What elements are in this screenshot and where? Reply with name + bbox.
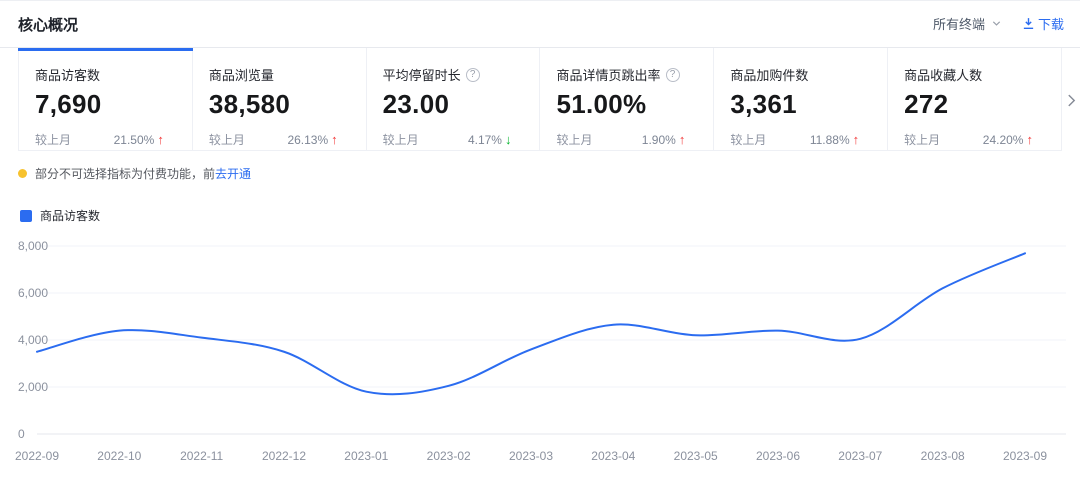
metric-title: 商品收藏人数 [904, 65, 982, 84]
metric-cards-row: 商品访客数 ? 7,690 较上月 21.50%↑ 商品浏览量 ? 38,580… [18, 48, 1062, 151]
trend-arrow-icon: ↑ [853, 133, 860, 146]
series-line [37, 253, 1025, 394]
trend-arrow-icon: ↑ [157, 133, 164, 146]
cards-next-chevron[interactable] [1063, 87, 1079, 113]
compare-label: 较上月 [730, 131, 766, 148]
change-value: 1.90% [642, 133, 676, 147]
card-active-indicator [366, 48, 541, 51]
download-icon [1022, 17, 1035, 30]
x-tick-label: 2022-11 [180, 449, 223, 463]
chevron-right-icon [1067, 93, 1076, 108]
header-controls: 所有终端 下载 [933, 14, 1064, 33]
metric-card[interactable]: 平均停留时长 ? 23.00 较上月 4.17%↓ [367, 48, 541, 150]
change-value: 24.20% [983, 133, 1024, 147]
download-button[interactable]: 下载 [1022, 14, 1064, 33]
yellow-dot-icon [18, 169, 27, 178]
metric-card[interactable]: 商品访客数 ? 7,690 较上月 21.50%↑ [19, 48, 193, 150]
paid-feature-notice: 部分不可选择指标为付费功能，前去开通 [18, 165, 251, 182]
metric-card[interactable]: 商品详情页跳出率 ? 51.00% 较上月 1.90%↑ [540, 48, 714, 150]
change-value: 4.17% [468, 133, 502, 147]
trend-arrow-icon: ↓ [505, 133, 512, 146]
card-active-indicator [887, 48, 1062, 51]
core-overview-panel: 核心概况 所有终端 下载 商品访客数 ? 7,690 [0, 0, 1080, 480]
x-tick-label: 2023-09 [1003, 449, 1047, 463]
metric-value: 3,361 [730, 89, 873, 120]
metric-title: 商品浏览量 [209, 65, 274, 84]
change-value: 11.88% [810, 133, 850, 147]
x-tick-label: 2023-06 [756, 449, 800, 463]
x-tick-label: 2022-12 [262, 449, 306, 463]
x-tick-label: 2023-01 [344, 449, 388, 463]
y-tick-label: 0 [18, 427, 25, 441]
metric-title: 商品详情页跳出率 [556, 65, 660, 84]
x-tick-label: 2022-10 [97, 449, 141, 463]
page-title: 核心概况 [18, 14, 78, 35]
metric-value: 23.00 [383, 89, 526, 120]
metric-card[interactable]: 商品收藏人数 ? 272 较上月 24.20%↑ [888, 48, 1061, 150]
x-tick-label: 2023-05 [674, 449, 718, 463]
compare-label: 较上月 [556, 131, 592, 148]
legend-label: 商品访客数 [40, 207, 100, 224]
visitors-trend-chart[interactable]: 0 2,000 4,000 6,000 8,000 2022-09 2022-10 2022-… [0, 231, 1080, 480]
card-active-indicator [713, 48, 888, 51]
legend-swatch-icon [20, 210, 32, 222]
compare-label: 较上月 [904, 131, 940, 148]
y-tick-label: 8,000 [18, 239, 48, 253]
compare-label: 较上月 [383, 131, 419, 148]
metric-title: 商品加购件数 [730, 65, 808, 84]
x-tick-label: 2023-08 [921, 449, 965, 463]
y-tick-label: 2,000 [18, 380, 48, 394]
compare-label: 较上月 [35, 131, 71, 148]
trend-arrow-icon: ↑ [1026, 133, 1033, 146]
terminal-filter-label: 所有终端 [933, 14, 985, 33]
trend-arrow-icon: ↑ [331, 133, 338, 146]
x-tick-label: 2023-04 [591, 449, 635, 463]
activate-link[interactable]: 去开通 [215, 167, 251, 181]
compare-label: 较上月 [209, 131, 245, 148]
card-active-indicator [18, 48, 193, 51]
metric-value: 51.00% [556, 89, 699, 120]
card-active-indicator [539, 48, 714, 51]
question-circle-icon[interactable]: ? [466, 68, 480, 82]
y-tick-label: 4,000 [18, 333, 48, 347]
x-tick-label: 2023-07 [838, 449, 882, 463]
terminal-filter-dropdown[interactable]: 所有终端 [933, 14, 1002, 33]
x-tick-label: 2022-09 [15, 449, 59, 463]
metric-value: 272 [904, 89, 1047, 120]
change-value: 21.50% [114, 133, 155, 147]
chevron-down-icon [991, 18, 1002, 29]
metric-value: 38,580 [209, 89, 352, 120]
metric-title: 商品访客数 [35, 65, 100, 84]
question-circle-icon[interactable]: ? [666, 68, 680, 82]
card-active-indicator [192, 48, 367, 51]
trend-arrow-icon: ↑ [679, 133, 686, 146]
panel-header: 核心概况 所有终端 下载 [0, 1, 1080, 48]
change-value: 26.13% [287, 133, 328, 147]
metric-value: 7,690 [35, 89, 178, 120]
metric-card[interactable]: 商品浏览量 ? 38,580 较上月 26.13%↑ [193, 48, 367, 150]
download-label: 下载 [1038, 14, 1064, 33]
metric-title: 平均停留时长 [383, 65, 461, 84]
x-tick-label: 2023-02 [427, 449, 471, 463]
notice-text: 部分不可选择指标为付费功能，前去开通 [35, 165, 251, 182]
x-tick-label: 2023-03 [509, 449, 553, 463]
metric-card[interactable]: 商品加购件数 ? 3,361 较上月 11.88%↑ [714, 48, 888, 150]
y-tick-label: 6,000 [18, 286, 48, 300]
chart-legend-item[interactable]: 商品访客数 [20, 207, 100, 224]
